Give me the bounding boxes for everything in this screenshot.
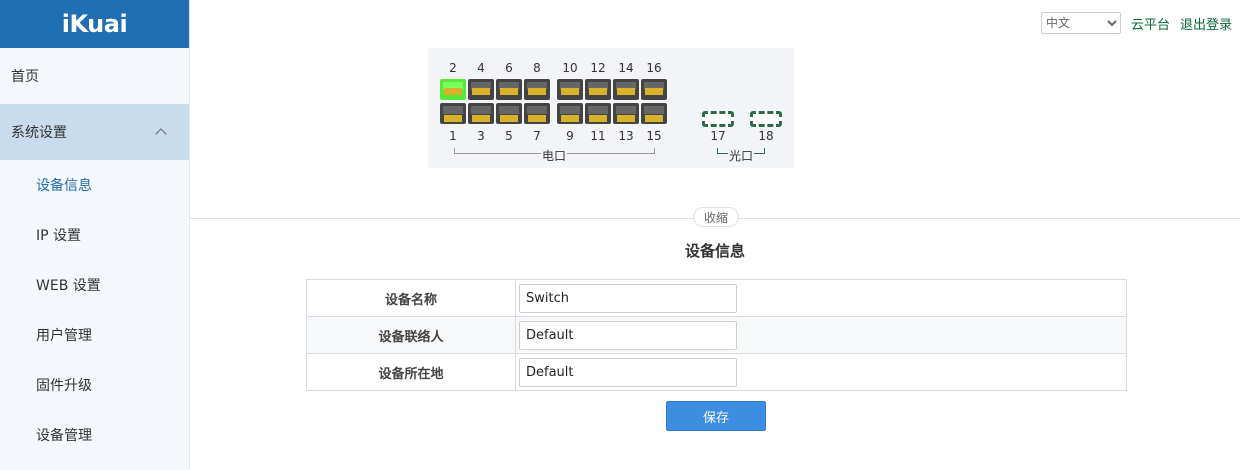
ethernet-port-8[interactable] <box>524 79 550 100</box>
port-number-6: 6 <box>505 61 513 75</box>
device-location-cell <box>515 353 1127 391</box>
device-contact-input[interactable] <box>519 320 737 350</box>
ethernet-port-7[interactable] <box>524 103 550 124</box>
port-number-5: 5 <box>505 129 513 143</box>
form-row-device-name: 设备名称 <box>306 279 1127 317</box>
device-name-cell <box>515 279 1127 317</box>
port-pins-icon <box>472 88 490 95</box>
ethernet-port-5[interactable] <box>496 103 522 124</box>
port-pins-icon <box>645 115 663 122</box>
sidebar-item-label: 首页 <box>11 69 39 85</box>
ethernet-port-11[interactable] <box>585 103 611 124</box>
device-location-input[interactable] <box>519 357 737 387</box>
ethernet-port-6[interactable] <box>496 79 522 100</box>
port-pins-icon <box>645 88 663 95</box>
electric-ports-label: 电口 <box>541 147 568 164</box>
ethernet-port-15[interactable] <box>641 103 667 124</box>
language-select[interactable]: 中文 <box>1040 12 1121 34</box>
ethernet-port-12[interactable] <box>585 79 611 100</box>
port-pins-icon <box>589 115 607 122</box>
ethernet-port-3[interactable] <box>468 103 494 124</box>
port-pins-icon <box>617 88 635 95</box>
sidebar-subitem-label: 固件升级 <box>36 378 92 394</box>
port-number-4: 4 <box>477 61 485 75</box>
sidebar-subitem-firmware-upgrade[interactable]: 固件升级 <box>0 360 189 410</box>
port-pins-icon <box>528 88 546 95</box>
port-number-10: 10 <box>562 61 578 75</box>
logo: iKuai <box>0 0 189 48</box>
port-pins-icon <box>444 115 462 122</box>
cloud-platform-link[interactable]: 云平台 <box>1131 14 1170 33</box>
port-number-14: 14 <box>618 61 634 75</box>
ethernet-port-13[interactable] <box>613 103 639 124</box>
port-number-16: 16 <box>646 61 662 75</box>
ethernet-port-10[interactable] <box>557 79 583 100</box>
port-number-13: 13 <box>618 129 634 143</box>
port-number-2: 2 <box>449 61 457 75</box>
optical-ports-label: 光口 <box>728 147 755 164</box>
sfp-port-17[interactable] <box>702 111 734 127</box>
switch-port-panel: 电口 光口 2 4 6 8 10 12 14 16 1 3 5 7 9 11 13 15 17 18 <box>428 48 794 168</box>
port-number-3: 3 <box>477 129 485 143</box>
sidebar-subitem-device-info[interactable]: 设备信息 <box>0 160 189 210</box>
sidebar-subitem-ip-settings[interactable]: IP 设置 <box>0 210 189 260</box>
port-pins-icon <box>561 115 579 122</box>
port-number-11: 11 <box>590 129 606 143</box>
port-pins-icon <box>444 88 462 95</box>
sidebar-subitem-label: 设备管理 <box>36 428 92 444</box>
port-pins-icon <box>500 115 518 122</box>
port-number-8: 8 <box>533 61 541 75</box>
device-info-form: 设备名称 设备联络人 设备所在地 <box>306 279 1127 391</box>
port-pins-icon <box>500 88 518 95</box>
port-pins-icon <box>589 88 607 95</box>
ethernet-port-1[interactable] <box>440 103 466 124</box>
device-name-input[interactable] <box>519 283 737 313</box>
sidebar-item-home[interactable]: 首页 <box>0 48 189 104</box>
form-row-device-contact: 设备联络人 <box>306 316 1127 354</box>
sidebar-subitem-label: WEB 设置 <box>36 278 101 294</box>
ethernet-port-16[interactable] <box>641 79 667 100</box>
section-title: 设备信息 <box>684 242 745 260</box>
sidebar-subitem-label: 设备信息 <box>36 178 92 194</box>
port-pins-icon <box>617 115 635 122</box>
sidebar-subitem-label: IP 设置 <box>36 228 82 244</box>
ethernet-port-2[interactable] <box>440 79 466 100</box>
port-number-17: 17 <box>710 129 726 143</box>
device-name-label: 设备名称 <box>306 279 516 317</box>
ethernet-port-4[interactable] <box>468 79 494 100</box>
sidebar-subitem-label: 用户管理 <box>36 328 92 344</box>
device-contact-cell <box>515 316 1127 354</box>
sidebar-subitem-web-settings[interactable]: WEB 设置 <box>0 260 189 310</box>
device-location-label: 设备所在地 <box>306 353 516 391</box>
sfp-port-18[interactable] <box>750 111 782 127</box>
sidebar: iKuai 首页 系统设置 设备信息 IP 设置 WEB 设置 用户管理 固件升… <box>0 0 190 470</box>
collapse-toggle[interactable]: 收缩 <box>693 207 739 227</box>
device-contact-label: 设备联络人 <box>306 316 516 354</box>
port-number-12: 12 <box>590 61 606 75</box>
port-pins-icon <box>528 115 546 122</box>
topbar: 中文 云平台 退出登录 <box>1040 12 1232 34</box>
port-number-9: 9 <box>566 129 574 143</box>
port-pins-icon <box>561 88 579 95</box>
ethernet-port-14[interactable] <box>613 79 639 100</box>
port-number-18: 18 <box>758 129 774 143</box>
logout-link[interactable]: 退出登录 <box>1180 14 1232 33</box>
sidebar-item-label: 系统设置 <box>11 125 67 141</box>
sidebar-subitem-user-management[interactable]: 用户管理 <box>0 310 189 360</box>
save-button[interactable]: 保存 <box>666 401 766 431</box>
sidebar-subitem-device-management[interactable]: 设备管理 <box>0 410 189 460</box>
port-pins-icon <box>472 115 490 122</box>
sidebar-item-system-settings[interactable]: 系统设置 <box>0 104 189 160</box>
port-number-7: 7 <box>533 129 541 143</box>
form-row-device-location: 设备所在地 <box>306 353 1127 391</box>
ethernet-port-9[interactable] <box>557 103 583 124</box>
chevron-up-icon <box>155 128 167 140</box>
port-number-15: 15 <box>646 129 662 143</box>
port-number-1: 1 <box>449 129 457 143</box>
